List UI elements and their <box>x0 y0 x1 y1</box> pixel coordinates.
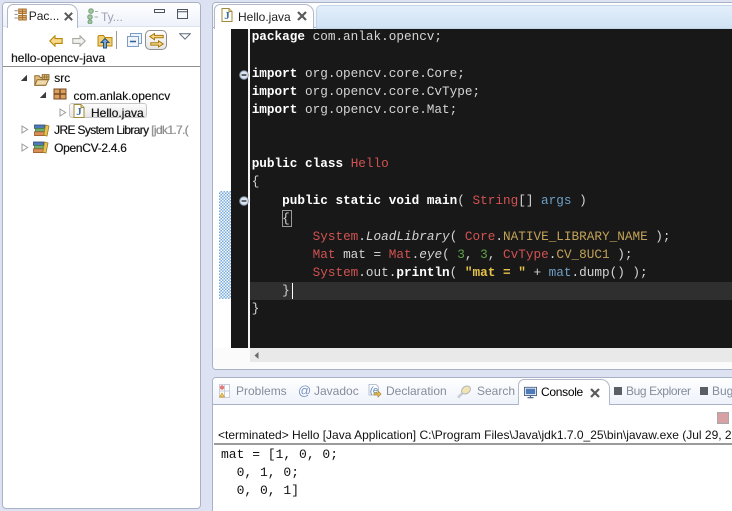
svg-text:J: J <box>77 106 83 118</box>
svg-text:J: J <box>224 10 230 22</box>
